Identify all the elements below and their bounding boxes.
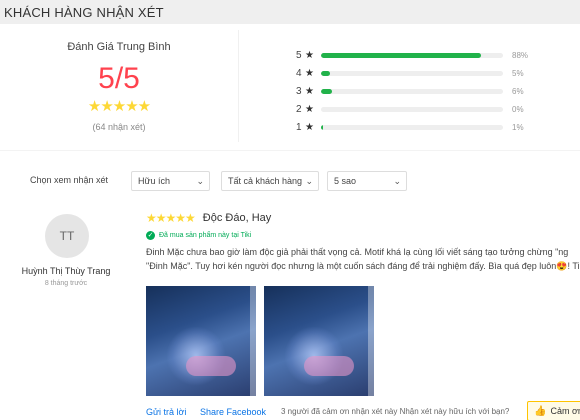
star-icon: ★ [305, 85, 314, 97]
helpful-count-text: 3 người đã cảm ơn nhận xét này Nhận xét … [281, 407, 510, 416]
check-circle-icon: ✓ [146, 230, 155, 240]
distribution-star-count: 5 [296, 49, 302, 61]
sort-select[interactable]: Hữu ích ⌄ [131, 171, 210, 191]
distribution-percent: 5% [512, 68, 524, 78]
review-text-line: Đinh Mặc chưa bao giờ làm độc giả phải t… [146, 247, 569, 257]
distribution-bar [321, 106, 503, 112]
reply-link[interactable]: Gửi trả lời [146, 407, 186, 417]
section-title: KHÁCH HÀNG NHẬN XÉT [4, 4, 164, 20]
review-stars-icon: ★★★★★ [146, 211, 196, 225]
review-body: ★★★★★ Độc Đáo, Hay ✓ Đã mua sản phẩm này… [146, 210, 580, 273]
distribution-bar-fill [321, 52, 482, 58]
distribution-bar-fill [321, 70, 331, 76]
review-count: (64 nhận xét) [92, 122, 146, 132]
photo-highlight [304, 356, 354, 376]
audience-select-value: Tất cả khách hàng [228, 176, 303, 186]
rating-distribution: 5 ★ 88% 4 ★ 5% 3 ★ 6% 2 ★ 0% 1 ★ 1% [296, 46, 580, 136]
distribution-row-3[interactable]: 3 ★ 6% [296, 82, 580, 100]
average-score: 5/5 [98, 62, 140, 95]
review-actions: Gửi trả lời Share Facebook 3 người đã cả… [146, 401, 580, 420]
share-facebook-link[interactable]: Share Facebook [200, 407, 266, 417]
average-rating-title: Đánh Giá Trung Bình [67, 41, 171, 53]
review-header: ★★★★★ Độc Đáo, Hay [146, 210, 580, 226]
distribution-bar [321, 52, 503, 58]
audience-select[interactable]: Tất cả khách hàng ⌄ [221, 171, 319, 191]
thank-button[interactable]: 👍 Cảm ơn [527, 401, 580, 420]
distribution-star-count: 3 [296, 85, 302, 97]
distribution-bar [321, 70, 503, 76]
review-title: Độc Đáo, Hay [202, 212, 272, 224]
thumbs-up-icon: 👍 [534, 405, 547, 417]
review-text-line: "Đinh Mặc". Tuy hơi kén người đọc nhưng … [146, 261, 580, 271]
thank-button-label: Cảm ơn [550, 406, 580, 416]
distribution-percent: 6% [512, 86, 524, 96]
chevron-down-icon: ⌄ [196, 176, 204, 186]
distribution-bar [321, 88, 503, 94]
distribution-bar-fill [321, 88, 332, 94]
distribution-bar [321, 124, 503, 130]
review-text: Đinh Mặc chưa bao giờ làm độc giả phải t… [146, 245, 580, 273]
summary-divider [238, 30, 239, 142]
chevron-down-icon: ⌄ [393, 176, 401, 186]
distribution-row-1[interactable]: 1 ★ 1% [296, 118, 580, 136]
filter-label: Chọn xem nhận xét [30, 175, 109, 185]
distribution-row-4[interactable]: 4 ★ 5% [296, 64, 580, 82]
reviewer-name[interactable]: Huỳnh Thị Thùy Trang [0, 266, 132, 276]
star-icon: ★ [305, 67, 314, 79]
review-photo[interactable] [264, 286, 374, 396]
distribution-percent: 0% [512, 104, 524, 114]
rating-summary: Đánh Giá Trung Bình 5/5 ★★★★★ (64 nhận x… [0, 24, 238, 150]
distribution-bar-fill [321, 124, 323, 130]
review-time: 8 tháng trước [44, 280, 88, 287]
star-icon: ★ [305, 121, 314, 133]
photo-highlight [186, 356, 236, 376]
verified-purchase: ✓ Đã mua sản phẩm này tại Tiki [146, 228, 580, 242]
distribution-percent: 88% [512, 50, 529, 60]
review-filters: Chọn xem nhận xét Hữu ích ⌄ Tất cả khách… [0, 168, 580, 192]
verified-purchase-label: Đã mua sản phẩm này tại Tiki [159, 231, 252, 239]
distribution-star-count: 4 [296, 67, 302, 79]
distribution-percent: 1% [512, 122, 524, 132]
distribution-star-count: 1 [296, 121, 302, 133]
reviews-panel: Đánh Giá Trung Bình 5/5 ★★★★★ (64 nhận x… [0, 24, 580, 420]
review-photo[interactable] [146, 286, 256, 396]
rating-select-value: 5 sao [334, 176, 357, 186]
average-stars-icon: ★★★★★ [87, 98, 151, 115]
photo-book-edge [250, 286, 256, 396]
reviews-page: KHÁCH HÀNG NHẬN XÉT Đánh Giá Trung Bình … [0, 0, 580, 420]
sort-select-value: Hữu ích [138, 176, 171, 186]
distribution-row-2[interactable]: 2 ★ 0% [296, 100, 580, 118]
chevron-down-icon: ⌄ [305, 176, 313, 186]
star-icon: ★ [305, 103, 314, 115]
rating-select[interactable]: 5 sao ⌄ [327, 171, 407, 191]
star-icon: ★ [305, 49, 314, 61]
section-divider [0, 150, 580, 151]
distribution-row-5[interactable]: 5 ★ 88% [296, 46, 580, 64]
avatar[interactable]: TT [45, 214, 89, 258]
distribution-star-count: 2 [296, 103, 302, 115]
photo-book-edge [368, 286, 374, 396]
